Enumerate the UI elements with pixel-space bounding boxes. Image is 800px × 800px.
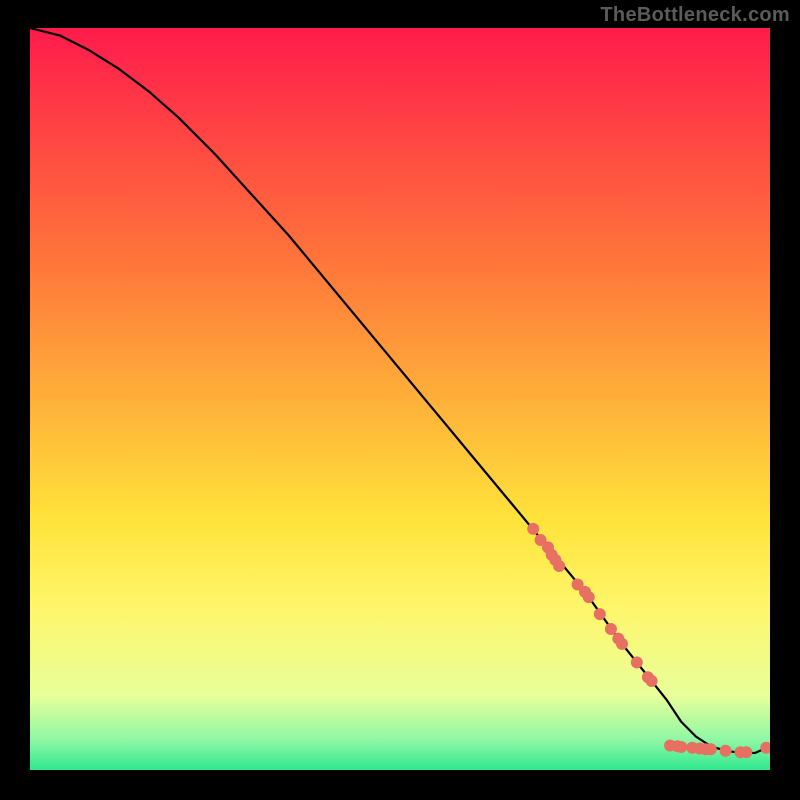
data-point <box>583 591 595 603</box>
data-point <box>646 675 658 687</box>
chart-plot <box>30 28 770 770</box>
watermark-text: TheBottleneck.com <box>600 4 790 27</box>
data-point <box>740 746 752 758</box>
chart-svg <box>30 28 770 770</box>
data-point <box>553 560 565 572</box>
data-point <box>616 638 628 650</box>
data-point <box>605 623 617 635</box>
data-point <box>631 656 643 668</box>
data-point <box>527 523 539 535</box>
chart-stage: TheBottleneck.com <box>0 0 800 800</box>
gradient-background <box>30 28 770 770</box>
data-point <box>720 745 732 757</box>
data-point <box>594 608 606 620</box>
data-point <box>675 741 687 753</box>
data-point <box>705 743 717 755</box>
